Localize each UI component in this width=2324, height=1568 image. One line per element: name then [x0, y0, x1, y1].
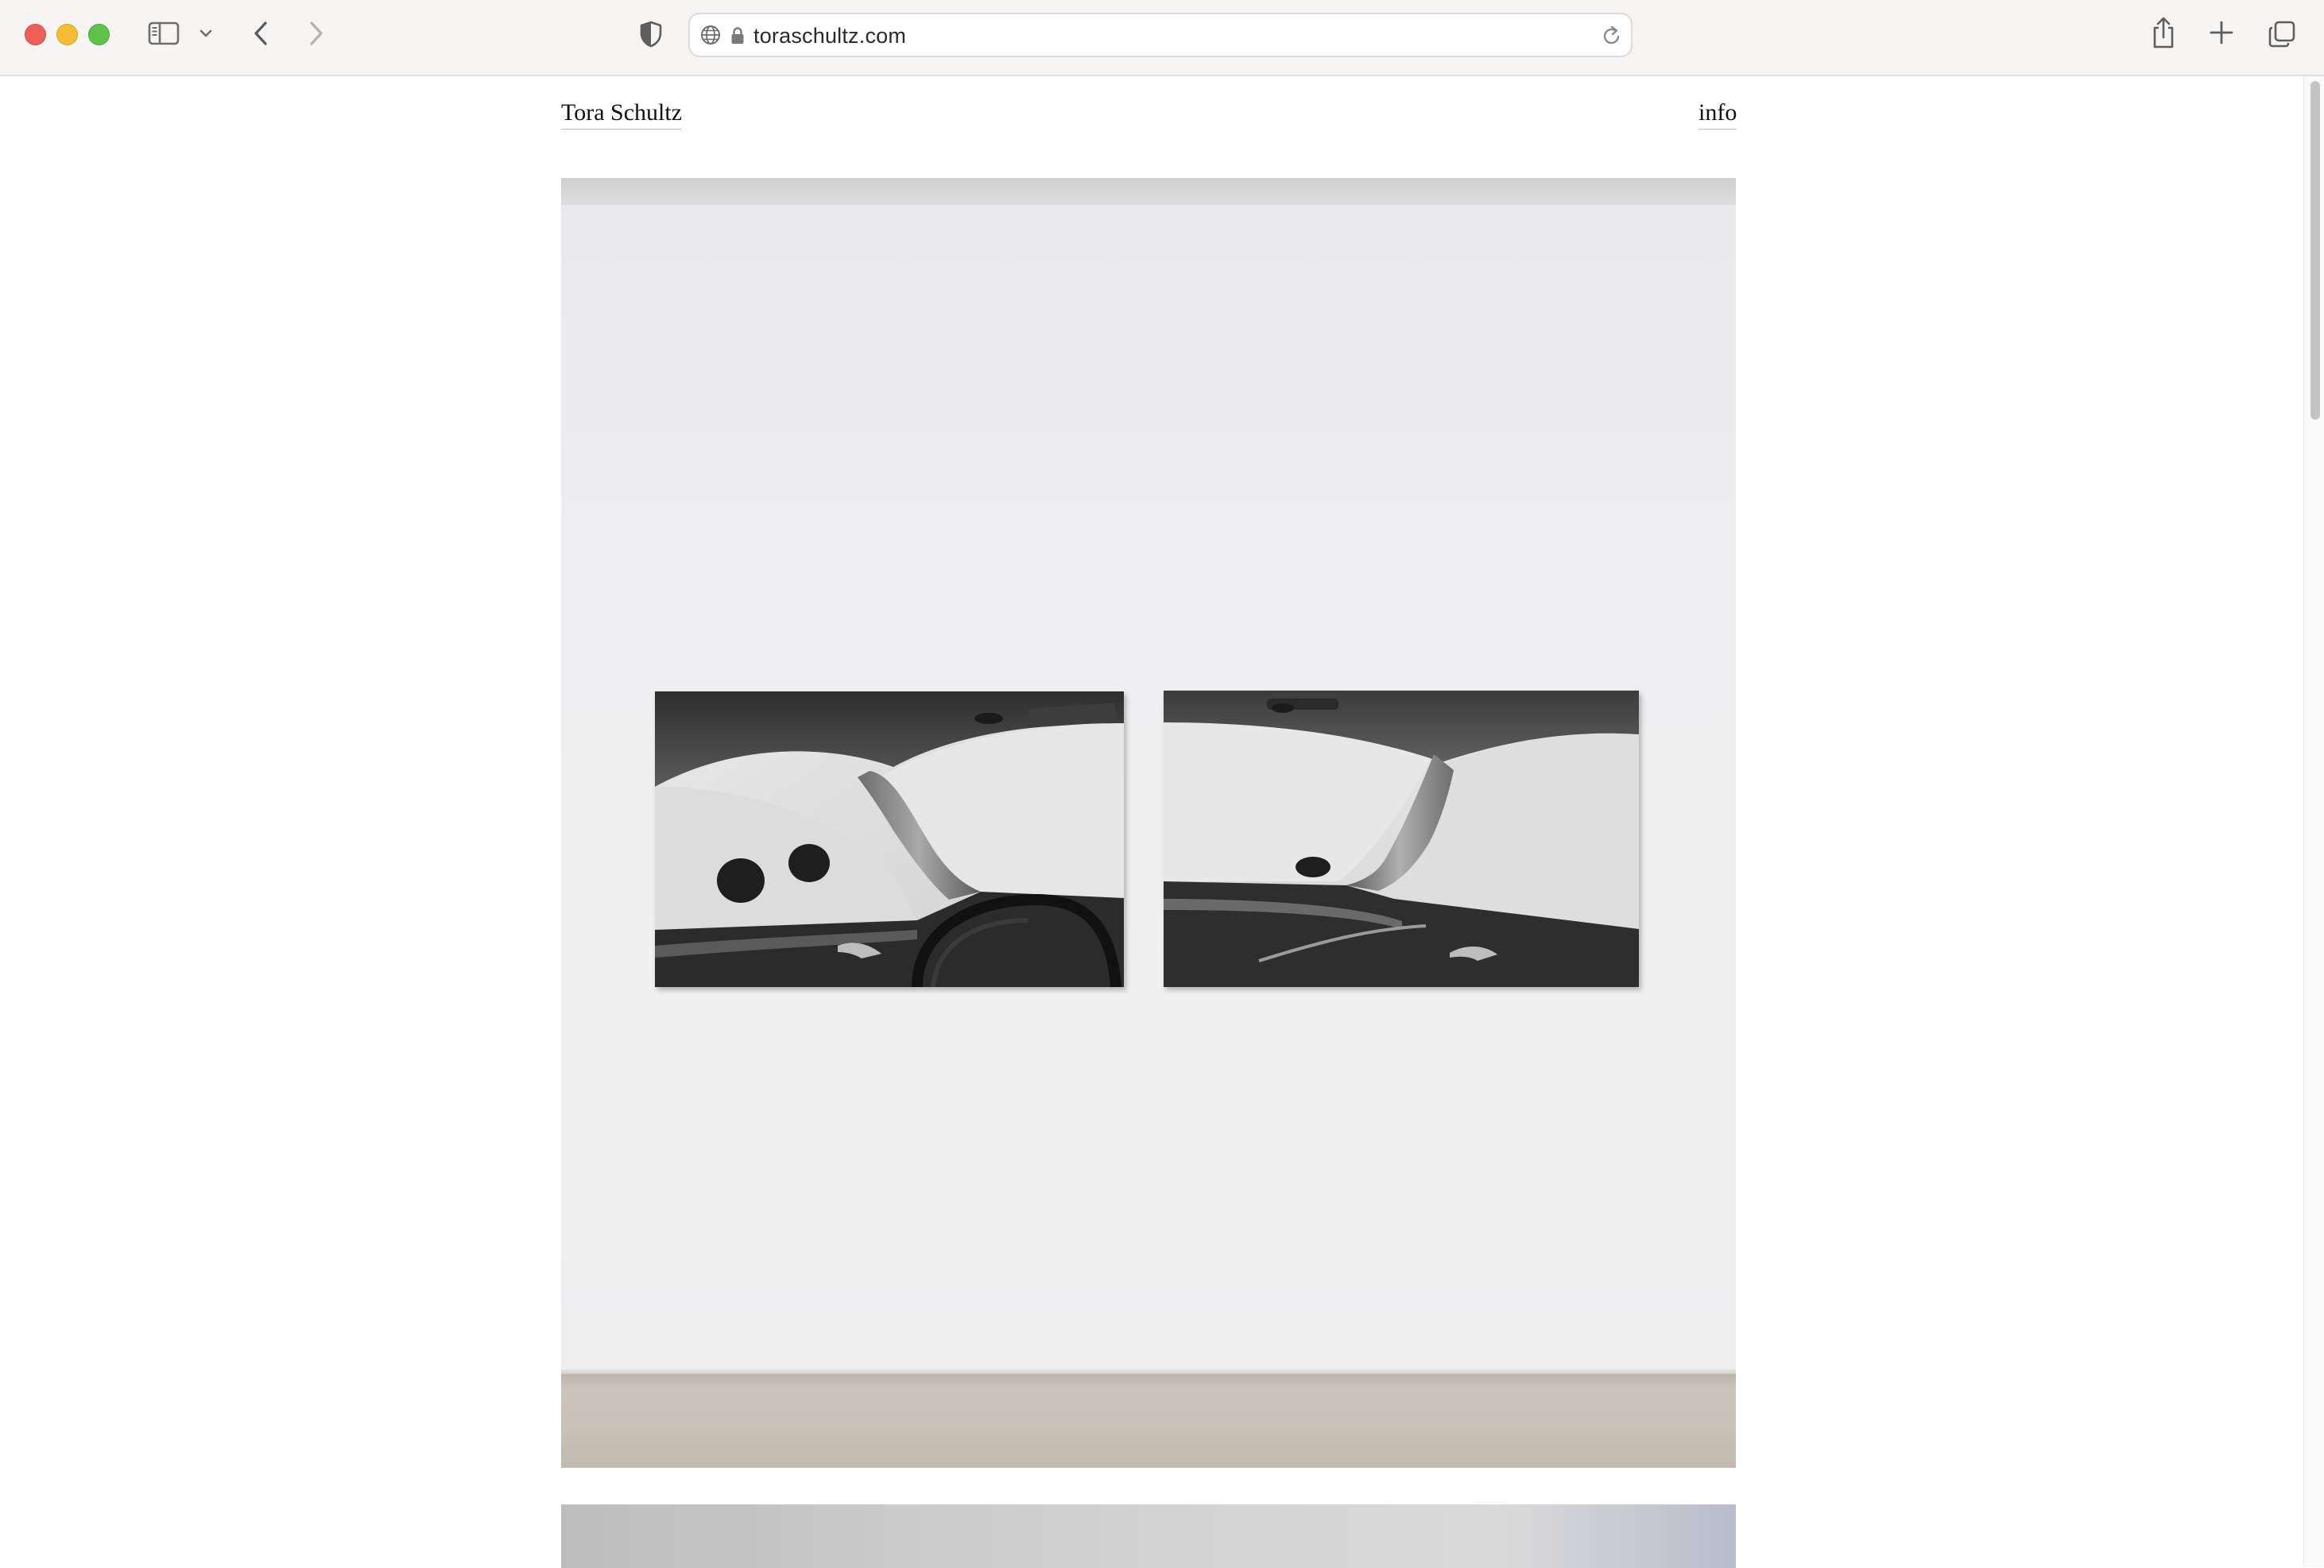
concrete-floor — [561, 1374, 1736, 1468]
url-text[interactable]: toraschultz.com — [753, 24, 906, 48]
share-icon[interactable] — [2149, 14, 2178, 51]
plus-icon[interactable] — [2208, 19, 2235, 46]
browser-toolbar: toraschultz.com — [0, 0, 2324, 76]
lock-icon — [730, 25, 746, 46]
artwork-image-2 — [561, 1504, 1736, 1568]
close-window-button[interactable] — [25, 24, 46, 45]
info-link[interactable]: info — [1698, 99, 1737, 130]
zoom-window-button[interactable] — [88, 24, 110, 45]
minimize-window-button[interactable] — [56, 24, 78, 45]
print-left-car-interior — [655, 691, 1124, 987]
globe-icon — [699, 24, 722, 46]
print-right-car-interior — [1164, 691, 1639, 987]
scrollbar-thumb[interactable] — [2310, 81, 2320, 420]
ceiling — [561, 178, 1736, 205]
chevron-right-icon[interactable] — [304, 19, 329, 48]
tabs-overview-icon[interactable] — [2267, 19, 2297, 49]
artwork-installation-image — [561, 178, 1736, 1468]
chevron-left-icon[interactable] — [248, 19, 273, 48]
chevron-down-icon[interactable] — [197, 27, 215, 40]
reload-icon[interactable] — [1601, 24, 1623, 48]
address-bar[interactable]: toraschultz.com — [688, 13, 1633, 57]
page-scrollbar[interactable] — [2303, 76, 2324, 1567]
sidebar-icon[interactable] — [148, 21, 180, 46]
site-title-link[interactable]: Tora Schultz — [561, 99, 683, 130]
shield-icon[interactable] — [637, 19, 664, 49]
